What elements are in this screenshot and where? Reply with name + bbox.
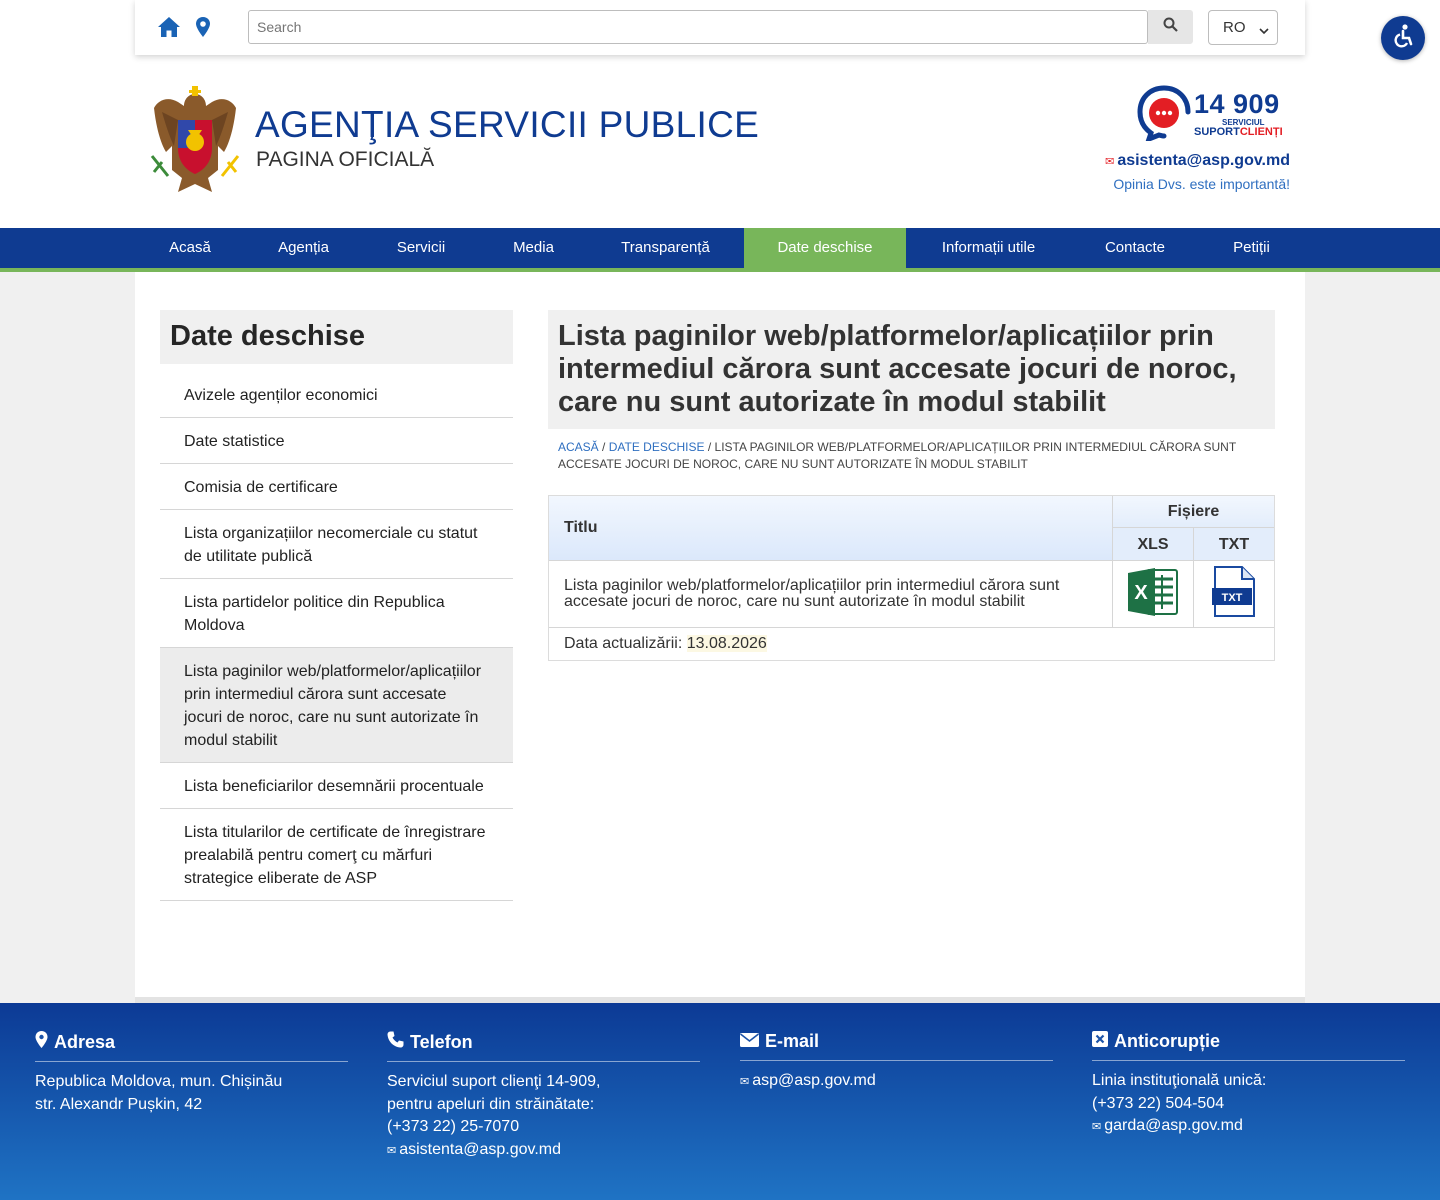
sidebar-item-date-statistice[interactable]: Date statistice: [160, 418, 513, 464]
hotline-sublabel-a: SUPORT: [1194, 126, 1240, 138]
excel-icon-label: X: [1134, 582, 1148, 604]
coat-of-arms-icon[interactable]: [148, 86, 242, 198]
footer-address-line: str. Alexandr Pușkin, 42: [35, 1095, 203, 1113]
footer-phone-line: pentru apeluri din străinătate:: [387, 1095, 595, 1113]
hotline-sublabel: SUPORTCLIENȚI: [1194, 126, 1283, 138]
last-updated-value: 13.08.2026: [686, 635, 767, 652]
sidebar-item-jocuri-noroc[interactable]: Lista paginilor web/platformelor/aplicaț…: [160, 648, 513, 763]
footer-address: Adresa Republica Moldova, mun. Chișinău …: [35, 1031, 348, 1116]
sidebar-menu: Avizele agenților economici Date statist…: [160, 372, 513, 901]
footer-phone-number[interactable]: (+373 22) 25-7070: [387, 1116, 700, 1139]
footer-anticorruption-phone[interactable]: (+373 22) 504-504: [1092, 1093, 1405, 1116]
footer-phone-email-text: asistenta@asp.gov.md: [399, 1140, 562, 1158]
search-button[interactable]: [1148, 10, 1193, 44]
map-pin-icon[interactable]: [194, 16, 218, 40]
envelope-icon: ✉: [1092, 1121, 1102, 1133]
nav-item-agentia[interactable]: Agenția: [245, 228, 362, 268]
nav-item-contacte[interactable]: Contacte: [1071, 228, 1199, 268]
sidebar-heading: Date deschise: [160, 310, 513, 364]
footer-address-line: Republica Moldova, mun. Chișinău: [35, 1073, 283, 1090]
home-icon[interactable]: [157, 16, 181, 40]
sidebar-item-comisia[interactable]: Comisia de certificare: [160, 464, 513, 510]
nav-item-petitii[interactable]: Petiții: [1199, 228, 1304, 268]
top-toolbar: RO: [135, 0, 1305, 55]
footer-email-text: asp@asp.gov.md: [752, 1072, 876, 1089]
sidebar-item-certificate[interactable]: Lista titularilor de certificate de înre…: [160, 809, 513, 901]
breadcrumb: Acasă / Date deschise / Lista paginilor …: [558, 439, 1268, 473]
footer-email-link[interactable]: ✉ asp@asp.gov.md: [740, 1070, 1053, 1094]
nav-item-media[interactable]: Media: [480, 228, 587, 268]
column-header-title: Titlu: [549, 496, 1113, 561]
footer-anticorruption-email[interactable]: ✉ garda@asp.gov.md: [1092, 1115, 1405, 1139]
nav-item-date-deschise[interactable]: Date deschise: [744, 228, 906, 268]
footer-phone: Telefon Serviciul suport clienţi 14-909,…: [387, 1031, 700, 1162]
table-row-title: Lista paginilor web/platformelor/aplicaț…: [549, 561, 1113, 628]
phone-icon: [387, 1031, 404, 1053]
language-select[interactable]: RO: [1208, 10, 1278, 45]
txt-file-icon[interactable]: TXT: [1212, 565, 1256, 623]
headset-phone-icon: [1137, 85, 1191, 146]
download-txt-cell: TXT: [1194, 561, 1274, 628]
breadcrumb-section[interactable]: Date deschise: [609, 440, 705, 454]
envelope-icon: [740, 1031, 759, 1052]
search-icon: [1163, 17, 1178, 37]
footer-phone-line: Serviciul suport clienţi 14-909,: [387, 1073, 601, 1090]
column-header-txt: TXT: [1194, 528, 1274, 561]
feedback-link[interactable]: Opinia Dvs. este importantă!: [1113, 176, 1290, 192]
language-value: RO: [1223, 19, 1246, 36]
header-email-link[interactable]: ✉ asistenta@asp.gov.md: [1105, 152, 1290, 170]
footer-anticorruption: Anticorupție Linia instituţională unică:…: [1092, 1031, 1405, 1139]
sidebar-item-avize[interactable]: Avizele agenților economici: [160, 372, 513, 418]
page-title: Lista paginilor web/platformelor/aplicaț…: [548, 310, 1275, 429]
footer-anticorruption-heading: Anticorupție: [1114, 1031, 1220, 1051]
close-square-icon: [1092, 1031, 1108, 1052]
data-table: Titlu Fișiere XLS TXT Lista paginilor we…: [548, 495, 1275, 661]
site-subtitle: PAGINA OFICIALĂ: [256, 148, 435, 171]
footer-phone-heading: Telefon: [410, 1031, 473, 1052]
breadcrumb-separator: /: [598, 440, 609, 454]
hotline-number: 14 909: [1194, 89, 1280, 119]
accessibility-button[interactable]: [1381, 16, 1425, 60]
breadcrumb-separator: /: [704, 440, 715, 454]
column-header-files: Fișiere: [1113, 496, 1274, 528]
sidebar-item-organizatii[interactable]: Lista organizațiilor necomerciale cu sta…: [160, 510, 513, 579]
last-updated-label: Data actualizării:: [564, 635, 683, 652]
sidebar-item-beneficiari[interactable]: Lista beneficiarilor desemnării procentu…: [160, 763, 513, 809]
site-title[interactable]: AGENŢIA SERVICII PUBLICE: [255, 104, 759, 146]
last-updated: Data actualizării: 13.08.2026: [549, 628, 1274, 660]
nav-item-transparenta[interactable]: Transparență: [587, 228, 744, 268]
map-pin-icon: [35, 1031, 48, 1053]
breadcrumb-home[interactable]: Acasă: [558, 440, 599, 454]
main-content: Date deschise Avizele agenților economic…: [135, 272, 1305, 997]
envelope-icon: ✉: [740, 1076, 750, 1088]
envelope-icon: ✉: [1105, 156, 1115, 168]
footer-email-heading: E-mail: [765, 1031, 820, 1051]
excel-file-icon[interactable]: X: [1127, 567, 1179, 622]
nav-item-acasa[interactable]: Acasă: [135, 228, 245, 268]
hotline-sublabel-b: CLIENȚI: [1239, 126, 1283, 138]
footer-email: E-mail ✉ asp@asp.gov.md: [740, 1031, 1053, 1094]
txt-icon-label: TXT: [1222, 592, 1243, 604]
nav-item-servicii[interactable]: Servicii: [362, 228, 480, 268]
search-input[interactable]: [248, 10, 1148, 44]
accessibility-icon: [1390, 23, 1416, 54]
header-email-text: asistenta@asp.gov.md: [1117, 152, 1290, 169]
header-area: RO AGENŢIA SERVICI: [0, 0, 1440, 228]
column-header-xls: XLS: [1113, 528, 1194, 561]
main-navigation: Acasă Agenția Servicii Media Transparenț…: [0, 228, 1440, 268]
nav-item-informatii-utile[interactable]: Informații utile: [906, 228, 1071, 268]
download-xls-cell: X: [1113, 561, 1194, 628]
envelope-icon: ✉: [387, 1144, 397, 1157]
footer: Adresa Republica Moldova, mun. Chișinău …: [0, 1003, 1440, 1200]
footer-phone-email[interactable]: ✉ asistenta@asp.gov.md: [387, 1139, 700, 1163]
footer-address-heading: Adresa: [54, 1031, 116, 1052]
sidebar-item-partide[interactable]: Lista partidelor politice din Republica …: [160, 579, 513, 648]
footer-anticorruption-line: Linia instituţională unică:: [1092, 1072, 1267, 1089]
footer-anticorruption-email-text: garda@asp.gov.md: [1104, 1117, 1243, 1134]
hotline-badge[interactable]: 14 909 SERVICIUL SUPORTCLIENȚI: [1137, 85, 1292, 146]
chevron-down-icon: [1259, 22, 1269, 39]
